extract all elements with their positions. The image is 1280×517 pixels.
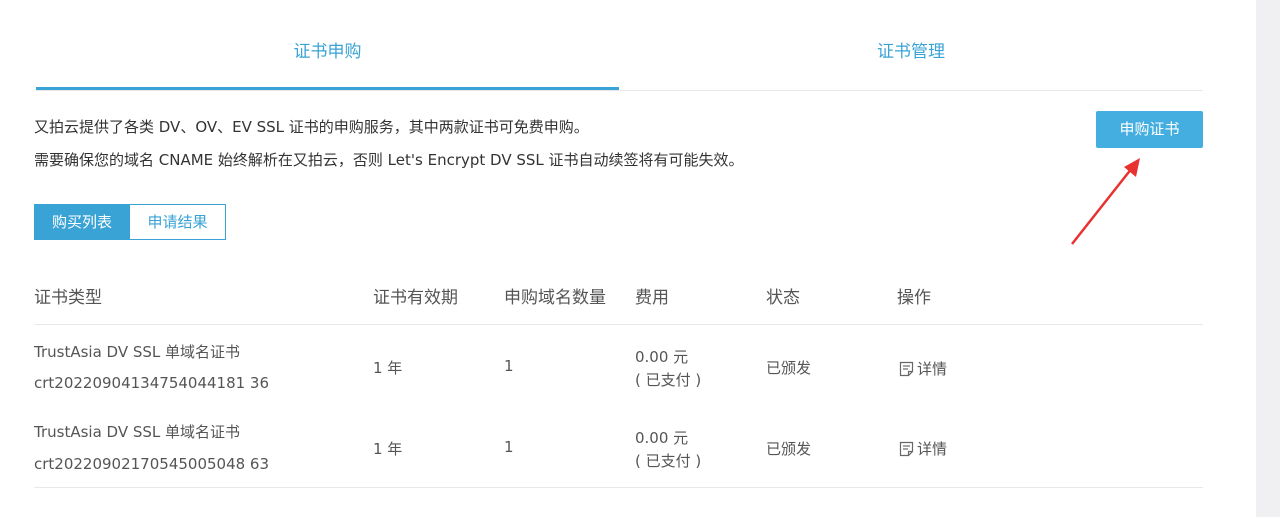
fee-paid-status: ( 已支付 ) <box>635 452 702 470</box>
document-icon <box>899 361 914 376</box>
detail-link[interactable]: 详情 <box>899 358 947 379</box>
domain-count: 1 <box>504 438 514 456</box>
cert-type: TrustAsia DV SSL 单域名证书 <box>34 343 241 361</box>
tab-purchase[interactable]: 证书申购 <box>36 0 619 90</box>
fee-paid-status: ( 已支付 ) <box>635 371 702 389</box>
tab-bar: 证书申购 证书管理 <box>36 0 1203 91</box>
column-header-validity: 证书有效期 <box>373 288 458 308</box>
buy-certificate-button[interactable]: 申购证书 <box>1096 111 1203 148</box>
detail-label: 详情 <box>917 440 948 458</box>
status-text: 已颁发 <box>766 440 812 458</box>
cert-id: crt20220904134754044181 36 <box>34 374 270 392</box>
cert-type: TrustAsia DV SSL 单域名证书 <box>34 423 241 441</box>
document-icon <box>899 441 914 456</box>
cert-id: crt20220902170545005048 63 <box>34 455 270 473</box>
column-header-type: 证书类型 <box>34 288 102 308</box>
column-header-domain-count: 申购域名数量 <box>504 288 606 308</box>
status-text: 已颁发 <box>766 359 812 377</box>
table-bottom-divider <box>34 487 1203 488</box>
red-arrow-annotation <box>1071 158 1140 245</box>
intro-line-2: 需要确保您的域名 CNAME 始终解析在又拍云，否则 Let's Encrypt… <box>34 151 744 169</box>
cert-validity: 1 年 <box>373 359 403 377</box>
column-header-fee: 费用 <box>635 288 669 308</box>
intro-line-1: 又拍云提供了各类 DV、OV、EV SSL 证书的申购服务，其中两款证书可免费申… <box>34 118 589 136</box>
active-tab-indicator <box>36 87 619 90</box>
header-divider <box>34 324 1203 325</box>
subtab-application-results[interactable]: 申请结果 <box>129 204 226 240</box>
column-header-status: 状态 <box>766 288 800 308</box>
detail-label: 详情 <box>917 360 948 378</box>
cert-validity: 1 年 <box>373 440 403 458</box>
detail-link[interactable]: 详情 <box>899 438 947 459</box>
fee-amount: 0.00 元 <box>635 429 689 447</box>
scrollbar[interactable] <box>1256 0 1280 517</box>
domain-count: 1 <box>504 357 514 375</box>
subtab-purchase-list[interactable]: 购买列表 <box>34 204 130 240</box>
tab-manage[interactable]: 证书管理 <box>619 0 1203 90</box>
fee-amount: 0.00 元 <box>635 348 689 366</box>
column-header-action: 操作 <box>897 288 931 308</box>
